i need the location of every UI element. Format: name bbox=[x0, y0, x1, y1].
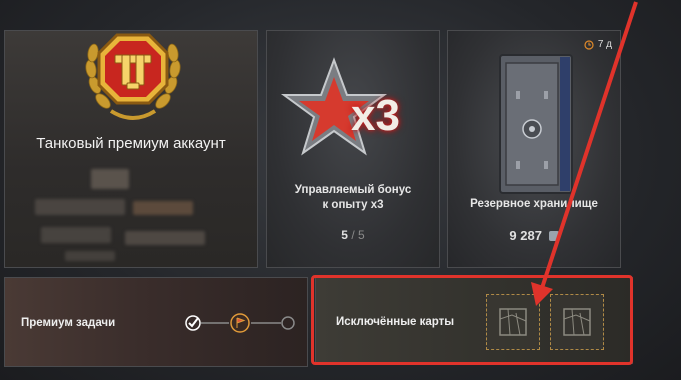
counter-total: 5 bbox=[358, 228, 365, 242]
blurred-details bbox=[41, 227, 111, 243]
vault-amount-row: 9 287 bbox=[448, 228, 620, 243]
premium-tasks-row[interactable]: Премиум задачи bbox=[4, 277, 308, 367]
blurred-details bbox=[133, 201, 193, 215]
blurred-details bbox=[91, 169, 129, 189]
xp-bonus-title: Управляемый бонус к опыту x3 bbox=[267, 183, 439, 213]
counter-current: 5 bbox=[341, 228, 348, 242]
premium-account-title: Танковый премиум аккаунт bbox=[36, 135, 226, 152]
clock-icon bbox=[584, 39, 594, 50]
vault-timer-text: 7 д bbox=[597, 39, 612, 50]
xp-multiplier-badge: x3 bbox=[351, 91, 400, 140]
map-placeholder-icon bbox=[563, 308, 591, 336]
map-placeholder-icon bbox=[499, 308, 527, 336]
excluded-maps-row[interactable]: Исключённые карты bbox=[315, 277, 633, 364]
counter-separator: / bbox=[351, 228, 355, 242]
vault-amount: 9 287 bbox=[509, 228, 542, 243]
premium-account-card[interactable]: Танковый премиум аккаунт bbox=[4, 30, 258, 268]
blurred-details bbox=[65, 251, 115, 261]
map-slot-1[interactable] bbox=[486, 294, 540, 350]
blurred-details bbox=[35, 199, 125, 215]
safe-icon bbox=[499, 54, 573, 194]
reserve-vault-card[interactable]: 7 д Резервное хранилище 9 287 bbox=[447, 30, 621, 268]
blurred-details bbox=[125, 231, 205, 245]
excluded-maps-label: Исключённые карты bbox=[336, 316, 455, 328]
xp-bonus-title-line2: к опыту x3 bbox=[322, 199, 384, 211]
xp-bonus-title-line1: Управляемый бонус bbox=[294, 184, 412, 196]
xp-bonus-card[interactable]: x3 Управляемый бонус к опыту x3 5 / 5 bbox=[266, 30, 440, 268]
premium-tank-emblem-icon bbox=[85, 33, 181, 120]
credits-icon bbox=[548, 231, 559, 241]
premium-tasks-label: Премиум задачи bbox=[21, 317, 116, 329]
vault-title: Резервное хранилище bbox=[470, 198, 598, 210]
vault-timer: 7 д bbox=[584, 39, 612, 50]
map-slot-2[interactable] bbox=[550, 294, 604, 350]
task-progress-track bbox=[185, 313, 295, 333]
xp-bonus-counter: 5 / 5 bbox=[267, 228, 439, 242]
